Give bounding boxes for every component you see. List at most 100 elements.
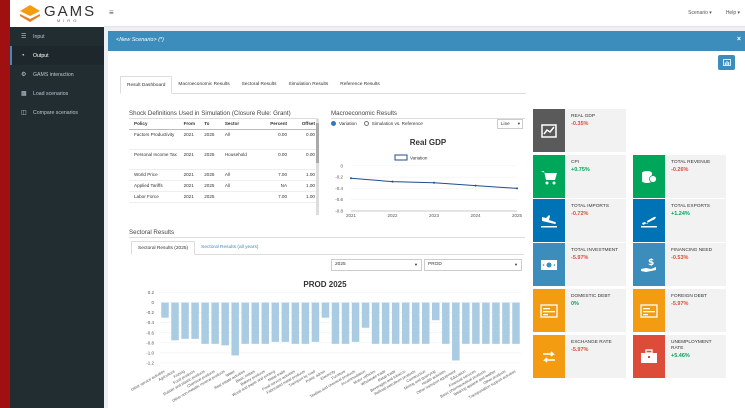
- tab-simulation-results[interactable]: Simulation Results: [283, 76, 335, 94]
- window-edge: [0, 0, 10, 408]
- radio-simulation-vs-reference[interactable]: [363, 121, 369, 126]
- briefcase-icon: [633, 335, 665, 378]
- gear-icon: ⚙: [21, 72, 27, 78]
- table-cell: All: [219, 129, 260, 150]
- kpi-label: TOTAL IMPORTS: [571, 204, 609, 209]
- sidebar-item-load-scenarios[interactable]: ▩ Load scenarios: [10, 84, 104, 103]
- table-cell: 0.00: [259, 149, 291, 170]
- sidebar-item-output[interactable]: ◔ Output: [10, 46, 104, 65]
- chart-type-select[interactable]: Line ▾: [497, 119, 523, 129]
- y-tick-label: -1.2: [146, 360, 154, 365]
- coins-icon: [633, 155, 665, 198]
- bar: [411, 302, 420, 344]
- kpi-card-total-imports: TOTAL IMPORTS -0.72%: [533, 199, 626, 242]
- column-header[interactable]: Percent: [259, 119, 291, 130]
- column-header[interactable]: Offset: [290, 119, 318, 130]
- kpi-card-total-revenue: TOTAL REVENUE -0.26%: [633, 155, 726, 198]
- column-header[interactable]: From: [178, 119, 200, 130]
- bar: [462, 302, 470, 344]
- bar: [452, 302, 460, 361]
- legend-swatch: [394, 154, 408, 161]
- bar: [201, 302, 209, 344]
- bar: [311, 302, 320, 342]
- kpi-label: TOTAL EXPORTS: [671, 204, 711, 209]
- kpi-card-total-investment: TOTAL INVESTMENT -5.97%: [533, 243, 626, 286]
- bar: [231, 302, 239, 356]
- y-tick-label: 0.2: [148, 290, 155, 295]
- sidebar-item-input[interactable]: ☰ Input: [10, 27, 104, 46]
- table-cell: Personal Income Tax: [129, 149, 179, 170]
- column-header[interactable]: Sector: [219, 119, 260, 130]
- bar: [492, 302, 500, 344]
- shopping-cart-icon: [533, 155, 565, 198]
- sidebar-item-label: Output: [33, 52, 49, 59]
- tab-sectoral-all-years[interactable]: Sectoral Results (all years): [195, 241, 264, 255]
- close-icon[interactable]: ×: [737, 36, 741, 43]
- bar: [381, 302, 390, 344]
- column-header[interactable]: To: [199, 119, 220, 130]
- bar: [331, 302, 340, 344]
- scenario-menu[interactable]: Scenario ▾: [688, 10, 712, 16]
- table-cell: World Price: [129, 169, 179, 181]
- table-cell: 2025: [199, 149, 220, 170]
- bar: [291, 302, 300, 344]
- column-header[interactable]: Policy: [129, 119, 179, 130]
- receipt-icon: [533, 289, 565, 332]
- table-scrollbar[interactable]: [316, 119, 319, 215]
- kpi-card-real-gdp: REAL GDP -0.35%: [533, 109, 626, 152]
- table-cell: 2021: [178, 191, 200, 203]
- shock-definitions-table: Policy From To Sector Percent Offset Fac…: [129, 119, 318, 203]
- caret-down-icon: ▼: [414, 262, 418, 267]
- table-cell: 2021: [178, 129, 200, 150]
- x-tick-label: 2021: [346, 213, 357, 218]
- table-cell: 7.00: [259, 169, 291, 181]
- table-row: Applied Tariffs 2021 2025 All NA 1.00: [129, 180, 318, 192]
- app-logo[interactable]: GAMS MIRO: [10, 0, 104, 27]
- table-cell: 7.00: [259, 191, 291, 203]
- radio-simulation-vs-reference-label: Simulation vs. Reference: [371, 121, 423, 126]
- tab-sectoral-2025[interactable]: Sectoral Results (2025): [131, 241, 196, 255]
- list-icon: ☰: [21, 34, 27, 40]
- tab-result-dashboard[interactable]: Result Dashboard: [120, 76, 173, 94]
- table-row: Labor Force 2021 2025 7.00 1.00: [129, 191, 318, 203]
- sidebar-item-compare-scenarios[interactable]: ◫ Compare scenarios: [10, 103, 104, 122]
- money-bill-icon: [533, 243, 565, 286]
- tab-sectoral-results[interactable]: Sectoral Results: [236, 76, 283, 94]
- kpi-value: +5.46%: [671, 353, 690, 359]
- kpi-label: FOREIGN DEBT: [671, 294, 707, 299]
- variable-select[interactable]: PROD ▼: [424, 259, 522, 271]
- tab-reference-results[interactable]: Reference Results: [334, 76, 385, 94]
- macro-view-radio-group: Variation Simulation vs. Reference: [331, 121, 423, 126]
- bar: [271, 302, 280, 342]
- help-menu[interactable]: Help ▾: [726, 10, 740, 16]
- y-tick-label: -0.6: [335, 197, 343, 202]
- kpi-label: TOTAL INVESTMENT: [571, 248, 619, 253]
- gams-logo-icon: [20, 5, 40, 22]
- scenario-title: <New Scenario> (*): [116, 37, 164, 43]
- export-button[interactable]: [718, 55, 735, 70]
- tab-macroeconomic-results[interactable]: Macroeconomic Results: [172, 76, 235, 94]
- kpi-label: FINANCING NEED: [671, 248, 713, 253]
- sidebar-item-gams-interaction[interactable]: ⚙ GAMS interaction: [10, 65, 104, 84]
- bar: [512, 302, 520, 344]
- y-tick-label: -0.6: [146, 330, 154, 335]
- bar: [171, 302, 179, 341]
- table-cell: Factors Productivity: [129, 129, 179, 150]
- table-cell: 2021: [178, 169, 200, 181]
- table-cell: 0.00: [290, 149, 318, 170]
- pie-chart-icon: ◔: [21, 52, 25, 59]
- svg-text:$: $: [648, 258, 654, 268]
- kpi-value: +1.24%: [671, 211, 690, 217]
- year-select[interactable]: 2025 ▼: [331, 259, 422, 271]
- radio-variation[interactable]: [331, 121, 336, 126]
- table-cell: NA: [259, 180, 291, 192]
- sectoral-results-title: Sectoral Results: [129, 229, 525, 238]
- table-cell: 2025: [199, 180, 220, 192]
- kpi-value: -0.35%: [571, 121, 589, 127]
- hamburger-menu-icon[interactable]: ≡: [109, 8, 114, 17]
- kpi-label: CPI: [571, 160, 579, 165]
- bar: [472, 302, 480, 344]
- table-cell: 2025: [199, 191, 220, 203]
- plane-landing-icon: [533, 199, 565, 242]
- table-cell: Household: [219, 149, 260, 170]
